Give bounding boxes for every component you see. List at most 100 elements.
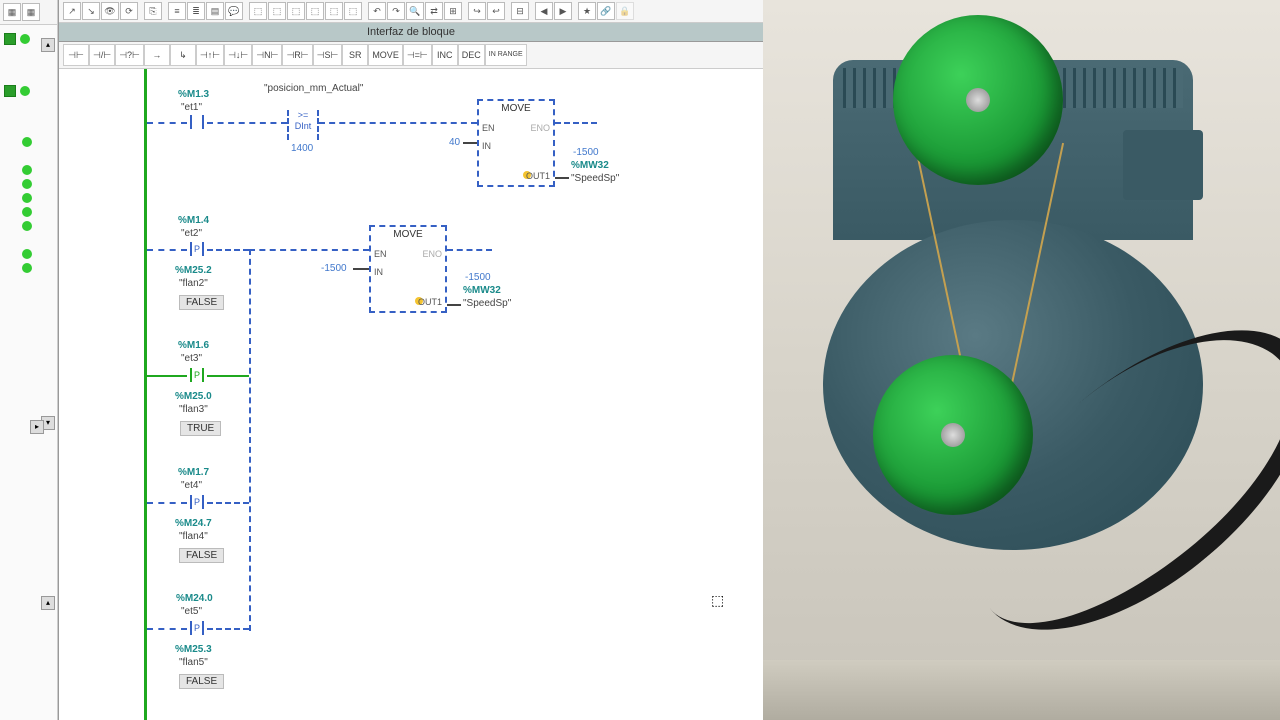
- tb-list1[interactable]: ≡: [168, 2, 186, 20]
- main-layout: ▦ ▦ ▴ ▾ ▸ ▴ ↗ ↘ 👁 ⟳ ⎘ ≡ ≣ ▤ 💬 ⬚ ⬚ ⬚: [0, 0, 1280, 720]
- contact-et5[interactable]: P: [187, 621, 207, 635]
- status-dot: [22, 179, 32, 189]
- wire: [555, 122, 597, 124]
- tb-nav1[interactable]: ◀: [535, 2, 553, 20]
- tb-list3[interactable]: ▤: [206, 2, 224, 20]
- tree-item[interactable]: [0, 83, 57, 99]
- instr-inc[interactable]: INC: [432, 44, 458, 66]
- wire: [353, 268, 369, 270]
- wire-active: [147, 375, 187, 377]
- instr-inrange[interactable]: IN RANGE: [485, 44, 527, 66]
- tree-item[interactable]: [0, 205, 57, 219]
- pin-in: IN: [482, 141, 491, 151]
- instr-branch[interactable]: →: [144, 44, 170, 66]
- tb-net6[interactable]: ⬚: [344, 2, 362, 20]
- instr-no-contact[interactable]: ⊣⊢: [63, 44, 89, 66]
- tree-item[interactable]: [0, 261, 57, 275]
- pin-eno: ENO: [422, 249, 442, 259]
- block-interface-header[interactable]: Interfaz de bloque: [59, 23, 763, 42]
- wire: [207, 502, 249, 504]
- tag-address: %M25.3: [175, 644, 212, 655]
- scroll-up[interactable]: ▴: [41, 38, 55, 52]
- instr-not[interactable]: ⊣N⊢: [252, 44, 282, 66]
- instr-nc-contact[interactable]: ⊣/⊢: [89, 44, 115, 66]
- pin-in: IN: [374, 267, 383, 277]
- tag-name: "et3": [181, 353, 202, 364]
- shaft-upper: [966, 88, 990, 112]
- tb-net4[interactable]: ⬚: [306, 2, 324, 20]
- status-dot: [22, 137, 32, 147]
- tree-btn-2[interactable]: ▦: [22, 3, 40, 21]
- tb-xref[interactable]: ⊞: [444, 2, 462, 20]
- instr-n-edge[interactable]: ⊣↓⊢: [224, 44, 252, 66]
- tb-replace[interactable]: ⇄: [425, 2, 443, 20]
- tb-comment[interactable]: 💬: [225, 2, 243, 20]
- tag-address: %M24.0: [176, 593, 213, 604]
- move-out-name: "SpeedSp": [463, 298, 511, 309]
- tb-net2[interactable]: ⬚: [268, 2, 286, 20]
- move-block-2[interactable]: MOVE EN ENO IN OUT1: [369, 225, 447, 313]
- tree-item[interactable]: [0, 219, 57, 233]
- tb-undo[interactable]: ↶: [368, 2, 386, 20]
- tag-name: "flan5": [179, 657, 208, 668]
- instr-cmp[interactable]: ⊣=⊢: [403, 44, 432, 66]
- instr-generic[interactable]: ⊣?⊢: [115, 44, 144, 66]
- tb-lock[interactable]: 🔒: [616, 2, 634, 20]
- tree-btn-1[interactable]: ▦: [3, 3, 21, 21]
- tb-net3[interactable]: ⬚: [287, 2, 305, 20]
- move-block-1[interactable]: MOVE EN ENO IN OUT1: [477, 99, 555, 187]
- instr-set[interactable]: ⊣S⊢: [313, 44, 343, 66]
- tree-item[interactable]: [0, 247, 57, 261]
- tb-copy[interactable]: ⎘: [144, 2, 162, 20]
- tb-call2[interactable]: ↩: [487, 2, 505, 20]
- tree-item[interactable]: [0, 163, 57, 177]
- tb-fav[interactable]: ★: [578, 2, 596, 20]
- compare-block[interactable]: >= DInt: [287, 110, 319, 140]
- wire: [207, 122, 287, 124]
- main-toolbar: ↗ ↘ 👁 ⟳ ⎘ ≡ ≣ ▤ 💬 ⬚ ⬚ ⬚ ⬚ ⬚ ⬚ ↶ ↷ 🔍 ⇄ ⊞ …: [59, 0, 763, 23]
- contact-et1[interactable]: [187, 115, 207, 129]
- status-dot: [22, 165, 32, 175]
- instr-dec[interactable]: DEC: [458, 44, 485, 66]
- power-rail: [144, 69, 147, 720]
- move-out-addr: %MW32: [571, 160, 609, 171]
- pin-out: OUT1: [418, 297, 442, 307]
- tb-find[interactable]: 🔍: [406, 2, 424, 20]
- instr-branch-close[interactable]: ↳: [170, 44, 196, 66]
- tb-struct[interactable]: ⊟: [511, 2, 529, 20]
- tb-snapshot[interactable]: ⟳: [120, 2, 138, 20]
- contact-et4[interactable]: P: [187, 495, 207, 509]
- wire: [207, 628, 249, 630]
- tb-list2[interactable]: ≣: [187, 2, 205, 20]
- tb-link[interactable]: 🔗: [597, 2, 615, 20]
- contact-et3[interactable]: P: [187, 368, 207, 382]
- tb-net5[interactable]: ⬚: [325, 2, 343, 20]
- bool-value: FALSE: [179, 548, 224, 563]
- tag-name: "posicion_mm_Actual": [264, 83, 344, 94]
- tree-item[interactable]: [0, 177, 57, 191]
- instr-move[interactable]: MOVE: [368, 44, 403, 66]
- tb-go-online[interactable]: ↗: [63, 2, 81, 20]
- tb-nav2[interactable]: ▶: [554, 2, 572, 20]
- move-in-val: 40: [449, 137, 460, 148]
- contact-et2[interactable]: P: [187, 242, 207, 256]
- tb-monitor[interactable]: 👁: [101, 2, 119, 20]
- status-dot: [22, 221, 32, 231]
- check-icon: [4, 33, 16, 45]
- tb-redo[interactable]: ↷: [387, 2, 405, 20]
- tb-net1[interactable]: ⬚: [249, 2, 267, 20]
- wire: [207, 249, 249, 251]
- tb-go-offline[interactable]: ↘: [82, 2, 100, 20]
- tree-item[interactable]: [0, 135, 57, 149]
- instr-sr[interactable]: SR: [342, 44, 368, 66]
- ladder-canvas[interactable]: %M1.3 "et1" "posicion_mm_Actual" >= DInt…: [59, 69, 763, 720]
- tree-item[interactable]: [0, 191, 57, 205]
- tag-address: %M25.2: [175, 265, 212, 276]
- expand-arrow[interactable]: ▸: [30, 420, 44, 434]
- tag-name: "flan3": [179, 404, 208, 415]
- wire: [555, 177, 569, 179]
- instr-reset[interactable]: ⊣R⊢: [282, 44, 312, 66]
- tb-call1[interactable]: ↪: [468, 2, 486, 20]
- scroll-up-2[interactable]: ▴: [41, 596, 55, 610]
- instr-p-edge[interactable]: ⊣↑⊢: [196, 44, 224, 66]
